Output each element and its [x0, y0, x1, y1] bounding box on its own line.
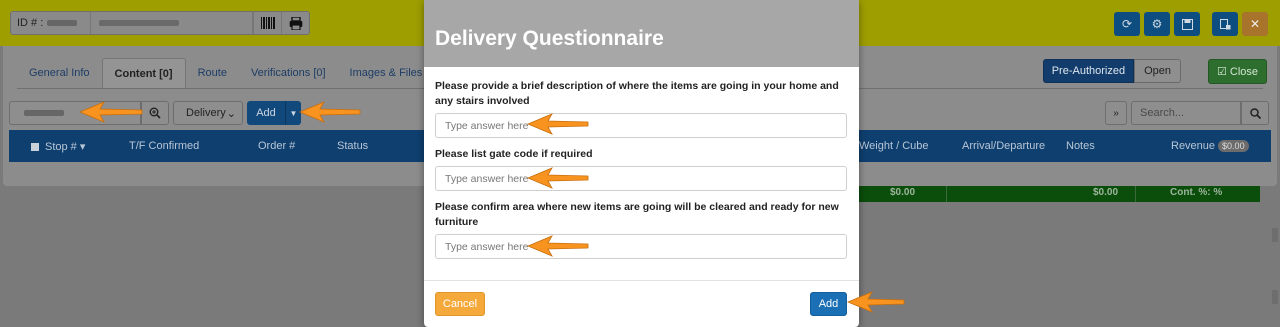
question-2-label: Please list gate code if required [435, 148, 593, 160]
col-weight-cube: Weight / Cube [859, 140, 929, 152]
col-status: Status [337, 140, 369, 152]
search-input[interactable]: Search... [1131, 101, 1241, 125]
chevron-down-icon: ⌄ [226, 107, 236, 120]
checkbox-icon: ☑ [1216, 66, 1227, 78]
close-icon[interactable]: ✕ [1242, 12, 1268, 36]
question-2: Please list gate code if required [435, 147, 847, 191]
customer-name [91, 12, 253, 34]
refresh-icon[interactable]: ⟳ [1114, 12, 1140, 36]
delivery-questionnaire-modal: Delivery Questionnaire Please provide a … [424, 0, 859, 327]
arrow-icon [846, 291, 905, 313]
open-button[interactable]: Open [1134, 59, 1181, 83]
add-content-button[interactable]: Add [247, 101, 285, 125]
col-revenue: Revenue $0.00 [1171, 140, 1249, 152]
arrow-icon [78, 101, 143, 123]
tab-route[interactable]: Route [186, 58, 239, 88]
question-1: Please provide a brief description of wh… [435, 79, 847, 138]
arrow-icon [298, 101, 361, 123]
tab-general-info[interactable]: General Info [17, 58, 102, 88]
arrow-icon [526, 235, 589, 257]
arrow-icon [526, 167, 589, 189]
close-button-label: Close [1229, 66, 1258, 78]
pre-authorized-button[interactable]: Pre-Authorized [1042, 59, 1135, 83]
total-cont: Cont. %: % [1170, 187, 1223, 198]
col-stop[interactable]: Stop # ▾ [31, 140, 85, 153]
save-flag-icon[interactable] [1212, 12, 1238, 36]
question-1-input[interactable] [435, 113, 847, 138]
cancel-button[interactable]: Cancel [435, 292, 485, 316]
print-icon[interactable] [281, 12, 309, 34]
add-button[interactable]: Add [810, 292, 847, 316]
id-label: ID # : [17, 17, 44, 29]
search-icon[interactable] [1241, 101, 1269, 125]
save-icon[interactable] [1174, 12, 1200, 36]
select-all-checkbox[interactable] [31, 143, 39, 151]
tab-bar: General Info Content [0] Route Verificat… [17, 58, 463, 88]
col-arrival: Arrival/Departure [962, 140, 1046, 152]
question-2-input[interactable] [435, 166, 847, 191]
top-toolbar: ⟳ ⚙ ✕ [1114, 12, 1268, 36]
search-tools: » Search... [1105, 101, 1269, 125]
footer-divider [424, 280, 859, 281]
authorization-toggle: Pre-Authorized Open [1042, 59, 1181, 83]
col-order: Order # [258, 140, 296, 152]
arrow-icon [526, 113, 589, 135]
add-split-button: Add ▼ [247, 101, 301, 125]
question-3-label: Please confirm area where new items are … [435, 201, 839, 228]
total-weight: $0.00 [890, 187, 916, 198]
content-toolbar: Delivery ⌄ Add ▼ [9, 101, 301, 125]
tab-content[interactable]: Content [0] [101, 58, 186, 88]
question-3: Please confirm area where new items are … [435, 200, 847, 259]
gear-icon[interactable]: ⚙ [1144, 12, 1170, 36]
tab-verifications[interactable]: Verifications [0] [239, 58, 338, 88]
question-3-input[interactable] [435, 234, 847, 259]
close-button[interactable]: ☑ Close [1207, 59, 1267, 84]
barcode-icon[interactable] [253, 12, 281, 34]
redacted-id [47, 20, 78, 26]
total-notes: $0.00 [1093, 187, 1119, 198]
modal-title: Delivery Questionnaire [424, 0, 859, 67]
type-select-value: Delivery [186, 107, 226, 119]
type-select[interactable]: Delivery ⌄ [173, 101, 243, 125]
question-1-label: Please provide a brief description of wh… [435, 80, 839, 107]
col-stop-label: Stop # [45, 141, 77, 153]
col-notes: Notes [1066, 140, 1095, 152]
col-tf-confirmed: T/F Confirmed [129, 140, 200, 152]
double-chevron-icon[interactable]: » [1105, 101, 1127, 125]
id-field[interactable]: ID # : [10, 11, 310, 35]
revenue-badge: $0.00 [1218, 140, 1249, 152]
col-revenue-label: Revenue [1171, 140, 1216, 152]
